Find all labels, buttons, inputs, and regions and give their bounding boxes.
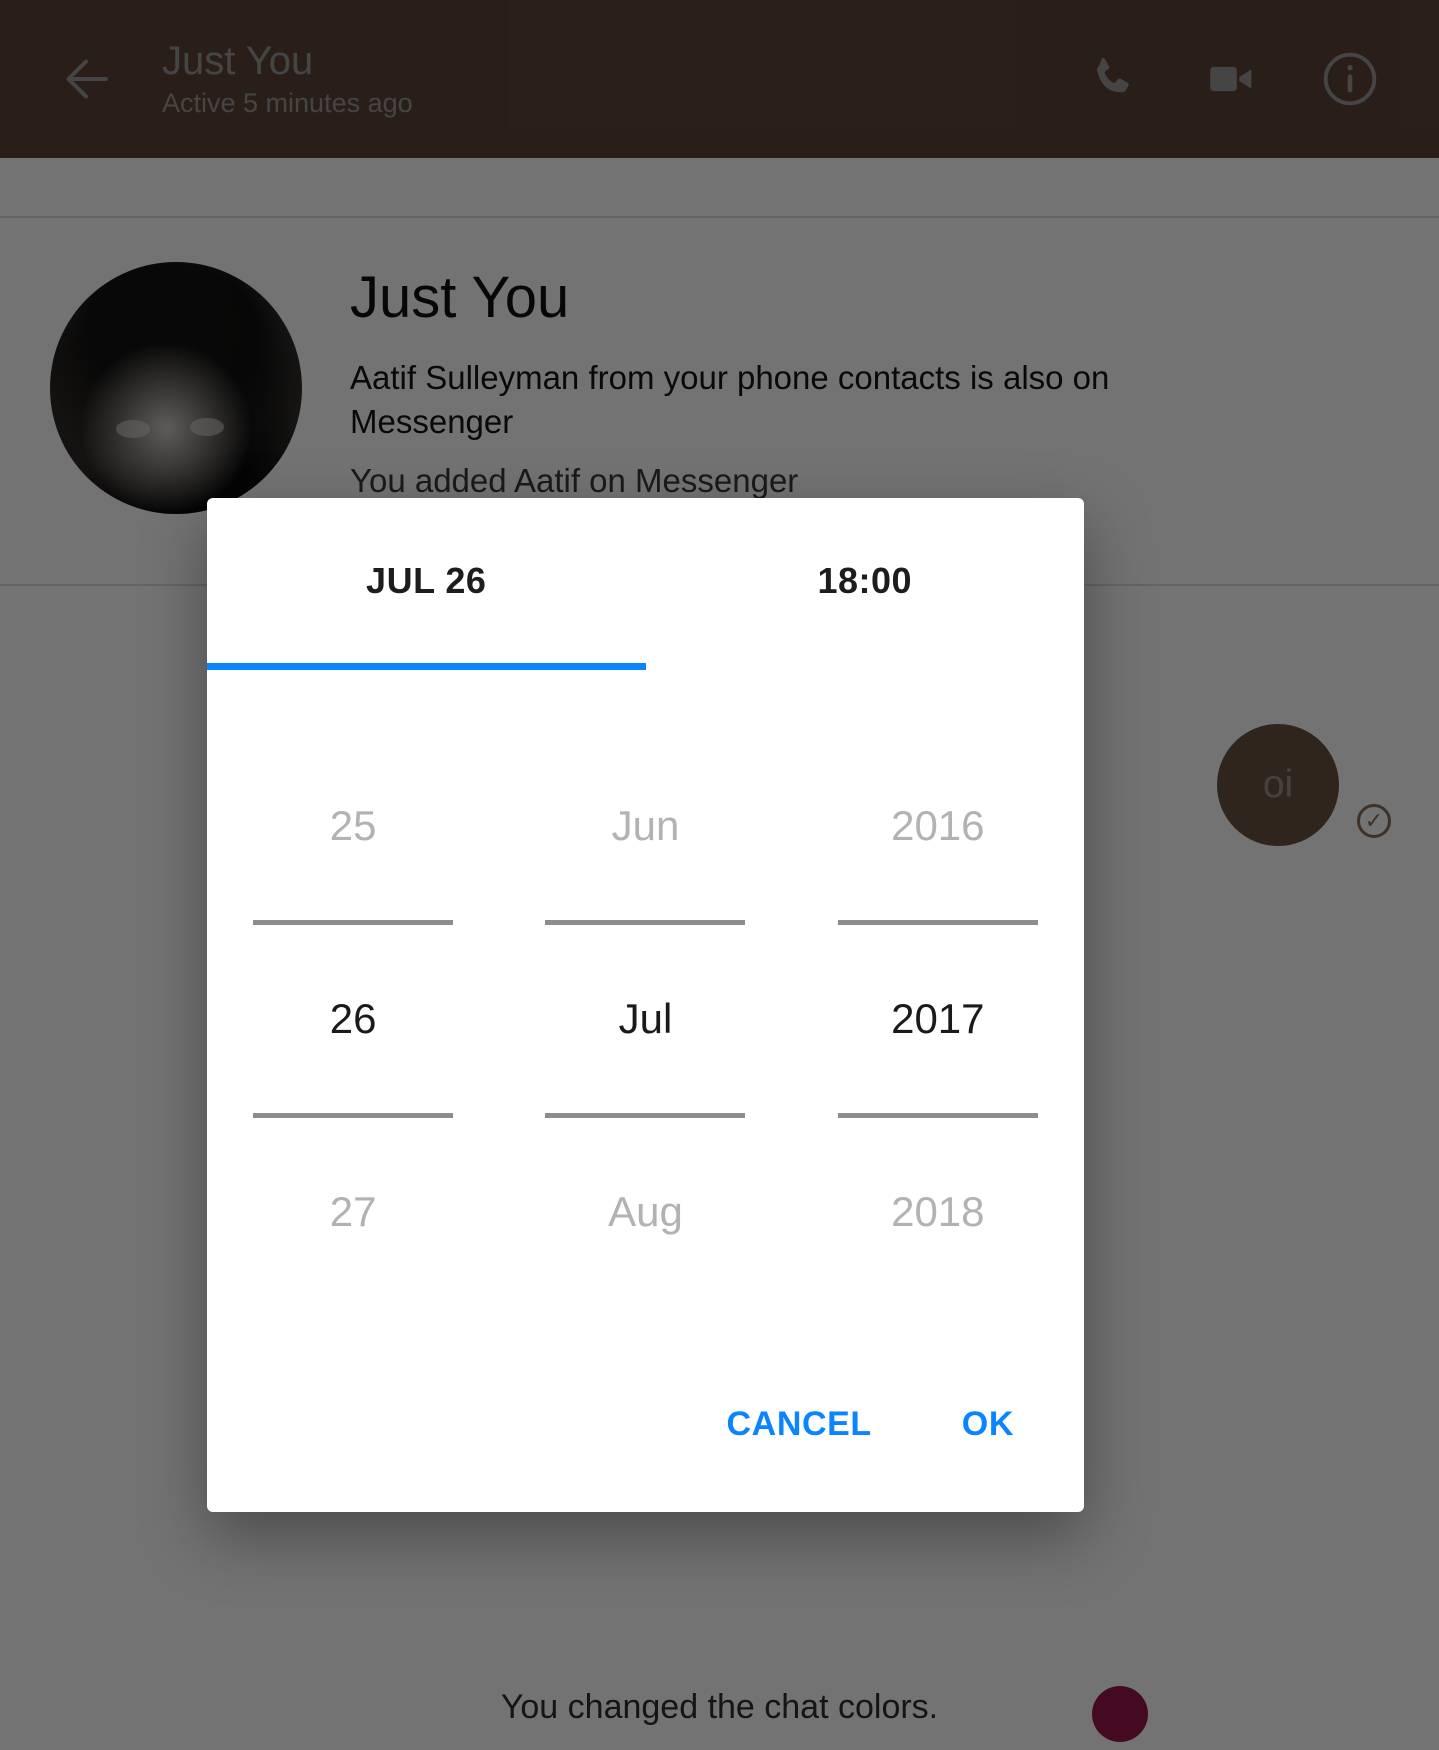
screen: Just You Active 5 minutes ago [0, 0, 1439, 1750]
date-picker-wheels: 25 26 27 Jun Jul Aug 2016 2017 2018 [207, 670, 1084, 1336]
month-selected-value[interactable]: Jul [499, 925, 791, 1113]
day-wheel[interactable]: 25 26 27 [207, 732, 499, 1336]
day-next-value[interactable]: 27 [207, 1118, 499, 1306]
tab-time[interactable]: 18:00 [646, 498, 1085, 670]
year-selected-value[interactable]: 2017 [792, 925, 1084, 1113]
tab-indicator [207, 663, 646, 670]
tab-date[interactable]: JUL 26 [207, 498, 646, 670]
year-next-value[interactable]: 2018 [792, 1118, 1084, 1306]
year-wheel[interactable]: 2016 2017 2018 [792, 732, 1084, 1336]
ok-button[interactable]: OK [958, 1395, 1018, 1454]
dialog-actions: CANCEL OK [207, 1336, 1084, 1512]
picker-tabbar: JUL 26 18:00 [207, 498, 1084, 670]
cancel-button[interactable]: CANCEL [723, 1395, 876, 1454]
datetime-picker-dialog: JUL 26 18:00 25 26 27 Jun Jul Aug 2016 2… [207, 498, 1084, 1512]
day-selected-value[interactable]: 26 [207, 925, 499, 1113]
year-previous-value[interactable]: 2016 [792, 732, 1084, 920]
month-wheel[interactable]: Jun Jul Aug [499, 732, 791, 1336]
month-previous-value[interactable]: Jun [499, 732, 791, 920]
day-previous-value[interactable]: 25 [207, 732, 499, 920]
month-next-value[interactable]: Aug [499, 1118, 791, 1306]
